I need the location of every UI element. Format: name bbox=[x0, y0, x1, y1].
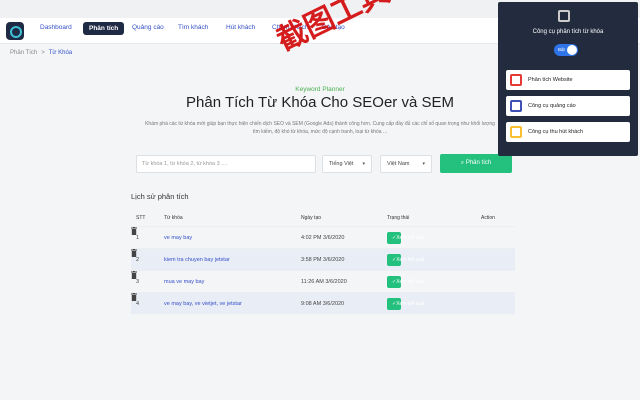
col-status: Trạng thái bbox=[387, 215, 410, 221]
table-row: 1 ve may bay 4:02 PM 3/6/2020 ✓ Xem kết … bbox=[131, 226, 515, 248]
language-select-value: Tiếng Việt bbox=[329, 161, 354, 167]
row-keyword-link[interactable]: mua ve may bay bbox=[164, 279, 204, 285]
col-keyword: Từ khóa bbox=[164, 215, 183, 221]
row-stt: 2 bbox=[136, 257, 140, 263]
row-date: 9:08 AM 3/6/2020 bbox=[301, 301, 345, 307]
extension-popup: Công cụ phân tích từ khóa Bật Phân tích … bbox=[498, 2, 638, 156]
breadcrumb-current: Từ Khóa bbox=[48, 50, 73, 56]
nav-item-dashboard[interactable]: Dashboard bbox=[40, 24, 72, 31]
view-result-button[interactable]: ✓ Xem kết quả bbox=[387, 276, 424, 288]
nav-item-quang-cao[interactable]: Quảng cáo bbox=[132, 24, 164, 31]
search-icon: ⌕ bbox=[460, 160, 465, 166]
trash-icon[interactable] bbox=[131, 227, 137, 235]
popup-item-label: Phân tích Website bbox=[528, 77, 573, 83]
extension-logo-icon bbox=[558, 10, 570, 22]
language-select[interactable]: Tiếng Việt ▾ bbox=[322, 155, 372, 173]
breadcrumb: Phân Tích > Từ Khóa bbox=[10, 50, 72, 56]
view-result-button[interactable]: ✓ Xem kết quả bbox=[387, 254, 424, 266]
toggle-label: Bật bbox=[558, 47, 565, 52]
nav-item-tim-khach[interactable]: Tìm khách bbox=[178, 24, 208, 31]
analyze-button[interactable]: ⌕ Phân tích bbox=[440, 154, 512, 173]
customer-attract-icon bbox=[510, 126, 522, 138]
row-date: 11:26 AM 3/6/2020 bbox=[301, 279, 347, 285]
row-stt: 3 bbox=[136, 279, 140, 285]
chevron-down-icon: ▾ bbox=[362, 161, 365, 167]
row-date: 3:58 PM 3/6/2020 bbox=[301, 257, 345, 263]
col-action: Action bbox=[481, 215, 495, 221]
app-logo[interactable] bbox=[6, 22, 24, 40]
chevron-down-icon: ▾ bbox=[422, 161, 425, 167]
ads-tool-icon bbox=[510, 100, 522, 112]
table-header: STT Từ khóa Ngày tạo Trạng thái Action bbox=[131, 210, 515, 226]
country-select-value: Việt Nam bbox=[387, 161, 410, 167]
col-stt: STT bbox=[136, 215, 146, 221]
col-date: Ngày tạo bbox=[301, 215, 322, 221]
table-row: 4 ve may bay, ve vietjet, ve jetstar 9:0… bbox=[131, 292, 515, 314]
row-keyword-link[interactable]: ve may bay bbox=[164, 235, 192, 241]
keyword-search-input[interactable]: Từ khóa 1, từ khóa 2, từ khóa 3 .... bbox=[136, 155, 316, 173]
history-table: STT Từ khóa Ngày tạo Trạng thái Action 1… bbox=[131, 210, 515, 314]
row-date: 4:02 PM 3/6/2020 bbox=[301, 235, 345, 241]
enable-toggle[interactable]: Bật bbox=[554, 44, 578, 56]
popup-item-label: Công cụ quảng cáo bbox=[528, 103, 576, 109]
nav-item-phan-tich[interactable]: Phân tích bbox=[83, 22, 125, 35]
history-title: Lịch sử phân tích bbox=[131, 192, 189, 201]
toggle-knob bbox=[567, 45, 577, 55]
nav-item-hut-khach[interactable]: Hút khách bbox=[226, 24, 255, 31]
trash-icon[interactable] bbox=[131, 249, 137, 257]
breadcrumb-root[interactable]: Phân Tích bbox=[10, 50, 37, 56]
popup-item-label: Công cụ thu hút khách bbox=[528, 129, 584, 135]
view-result-button[interactable]: ✓ Xem kết quả bbox=[387, 232, 424, 244]
popup-title: Công cụ phân tích từ khóa bbox=[532, 29, 604, 35]
trash-icon[interactable] bbox=[131, 271, 137, 279]
website-analysis-icon bbox=[510, 74, 522, 86]
row-stt: 4 bbox=[136, 301, 140, 307]
row-keyword-link[interactable]: ve may bay, ve vietjet, ve jetstar bbox=[164, 301, 242, 307]
trash-icon[interactable] bbox=[131, 293, 137, 301]
row-keyword-link[interactable]: kiem tra chuyen bay jetstar bbox=[164, 257, 230, 263]
country-select[interactable]: Việt Nam ▾ bbox=[380, 155, 432, 173]
table-row: 3 mua ve may bay 11:26 AM 3/6/2020 ✓ Xem… bbox=[131, 270, 515, 292]
hero-description: Khám phá các từ khóa mới giúp bạn thực h… bbox=[145, 121, 495, 135]
breadcrumb-separator: > bbox=[41, 50, 45, 56]
view-result-button[interactable]: ✓ Xem kết quả bbox=[387, 298, 424, 310]
popup-item-ads-tool[interactable]: Công cụ quảng cáo bbox=[506, 96, 630, 116]
table-row: 2 kiem tra chuyen bay jetstar 3:58 PM 3/… bbox=[131, 248, 515, 270]
popup-item-customer-attract[interactable]: Công cụ thu hút khách bbox=[506, 122, 630, 142]
analyze-button-label: Phân tích bbox=[465, 160, 492, 166]
popup-item-website-analysis[interactable]: Phân tích Website bbox=[506, 70, 630, 90]
row-stt: 1 bbox=[136, 235, 140, 241]
